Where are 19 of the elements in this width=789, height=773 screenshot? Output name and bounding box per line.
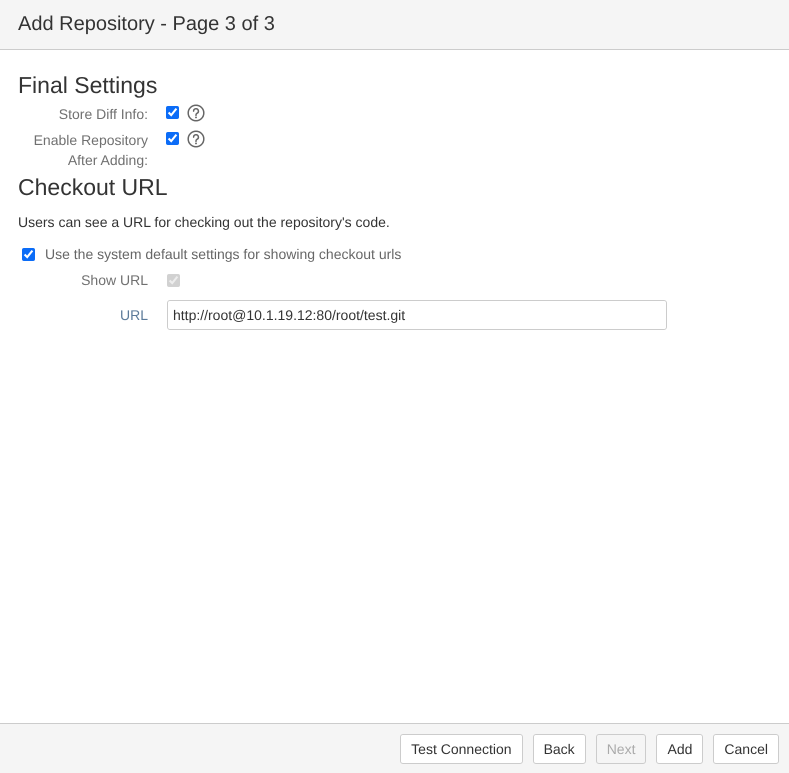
- dialog-button[interactable]: Add: [656, 734, 704, 764]
- setting-label: Store Diff Info:: [58, 105, 148, 124]
- checkbox[interactable]: [22, 248, 35, 260]
- section-heading: Checkout URL: [18, 174, 169, 200]
- checkbox-label: Use the system default settings for showing checkout urls: [45, 246, 402, 262]
- field-label: Show URL: [80, 272, 148, 288]
- dialog-button[interactable]: Back: [532, 734, 586, 764]
- section-heading: Final Settings: [18, 72, 158, 98]
- dialog-title: Add Repository - Page 3 of 3: [18, 13, 275, 36]
- help-icon[interactable]: [187, 130, 205, 148]
- help-icon[interactable]: [187, 104, 205, 122]
- dialog-button[interactable]: Test Connection: [400, 734, 523, 764]
- dialog-button[interactable]: Cancel: [713, 734, 779, 764]
- checkbox[interactable]: [166, 106, 179, 119]
- description-text: Users can see a URL for checking out the repository's code.: [18, 214, 391, 230]
- checkbox[interactable]: [166, 132, 179, 145]
- url-field[interactable]: http://root@10.1.19.12:80/root/test.git: [167, 300, 667, 330]
- setting-label: Enable Repository After Adding:: [32, 131, 148, 170]
- field-label: URL: [118, 307, 148, 323]
